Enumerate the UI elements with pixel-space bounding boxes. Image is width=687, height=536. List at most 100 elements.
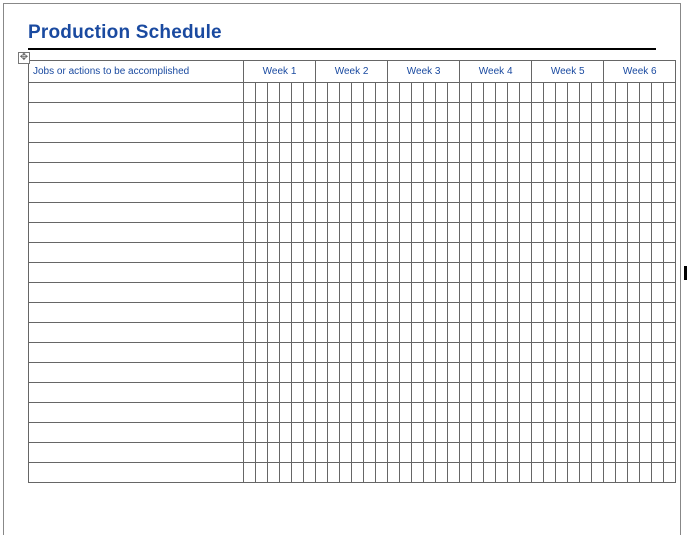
schedule-cell[interactable] <box>304 303 316 323</box>
schedule-cell[interactable] <box>544 363 556 383</box>
schedule-cell[interactable] <box>592 143 604 163</box>
schedule-cell[interactable] <box>388 243 400 263</box>
schedule-cell[interactable] <box>484 463 496 483</box>
schedule-cell[interactable] <box>520 203 532 223</box>
schedule-cell[interactable] <box>316 423 328 443</box>
schedule-cell[interactable] <box>544 383 556 403</box>
schedule-cell[interactable] <box>400 103 412 123</box>
schedule-cell[interactable] <box>496 163 508 183</box>
schedule-cell[interactable] <box>640 383 652 403</box>
schedule-cell[interactable] <box>544 263 556 283</box>
schedule-cell[interactable] <box>352 463 364 483</box>
schedule-cell[interactable] <box>520 323 532 343</box>
schedule-cell[interactable] <box>244 103 256 123</box>
schedule-cell[interactable] <box>496 143 508 163</box>
schedule-cell[interactable] <box>340 383 352 403</box>
schedule-cell[interactable] <box>544 343 556 363</box>
schedule-cell[interactable] <box>520 183 532 203</box>
schedule-cell[interactable] <box>652 283 664 303</box>
schedule-cell[interactable] <box>424 303 436 323</box>
schedule-cell[interactable] <box>640 243 652 263</box>
schedule-cell[interactable] <box>508 143 520 163</box>
schedule-cell[interactable] <box>604 143 616 163</box>
table-row[interactable] <box>29 323 676 343</box>
table-move-handle[interactable] <box>18 52 30 64</box>
schedule-cell[interactable] <box>508 303 520 323</box>
schedule-cell[interactable] <box>616 463 628 483</box>
schedule-cell[interactable] <box>340 423 352 443</box>
schedule-cell[interactable] <box>496 303 508 323</box>
schedule-cell[interactable] <box>520 463 532 483</box>
schedule-cell[interactable] <box>268 283 280 303</box>
schedule-cell[interactable] <box>616 403 628 423</box>
schedule-cell[interactable] <box>244 423 256 443</box>
schedule-cell[interactable] <box>256 123 268 143</box>
schedule-cell[interactable] <box>304 223 316 243</box>
schedule-cell[interactable] <box>436 123 448 143</box>
schedule-cell[interactable] <box>328 243 340 263</box>
schedule-cell[interactable] <box>364 463 376 483</box>
schedule-cell[interactable] <box>484 343 496 363</box>
schedule-cell[interactable] <box>508 243 520 263</box>
schedule-cell[interactable] <box>364 303 376 323</box>
schedule-cell[interactable] <box>484 163 496 183</box>
schedule-cell[interactable] <box>628 223 640 243</box>
schedule-cell[interactable] <box>616 83 628 103</box>
schedule-cell[interactable] <box>496 283 508 303</box>
schedule-cell[interactable] <box>448 103 460 123</box>
schedule-cell[interactable] <box>460 143 472 163</box>
schedule-cell[interactable] <box>244 303 256 323</box>
schedule-cell[interactable] <box>328 123 340 143</box>
schedule-cell[interactable] <box>640 103 652 123</box>
schedule-cell[interactable] <box>280 443 292 463</box>
schedule-cell[interactable] <box>472 143 484 163</box>
schedule-cell[interactable] <box>340 163 352 183</box>
schedule-cell[interactable] <box>388 283 400 303</box>
schedule-cell[interactable] <box>484 323 496 343</box>
schedule-cell[interactable] <box>340 83 352 103</box>
schedule-cell[interactable] <box>256 443 268 463</box>
table-row[interactable] <box>29 403 676 423</box>
schedule-cell[interactable] <box>640 423 652 443</box>
schedule-cell[interactable] <box>412 443 424 463</box>
schedule-cell[interactable] <box>556 183 568 203</box>
schedule-cell[interactable] <box>364 323 376 343</box>
schedule-cell[interactable] <box>304 323 316 343</box>
schedule-cell[interactable] <box>640 403 652 423</box>
schedule-cell[interactable] <box>484 83 496 103</box>
jobs-cell[interactable] <box>29 323 244 343</box>
schedule-cell[interactable] <box>496 243 508 263</box>
schedule-cell[interactable] <box>640 343 652 363</box>
schedule-cell[interactable] <box>448 283 460 303</box>
schedule-cell[interactable] <box>484 423 496 443</box>
schedule-cell[interactable] <box>616 223 628 243</box>
schedule-cell[interactable] <box>412 403 424 423</box>
schedule-cell[interactable] <box>508 383 520 403</box>
schedule-cell[interactable] <box>436 223 448 243</box>
schedule-cell[interactable] <box>460 343 472 363</box>
schedule-cell[interactable] <box>616 123 628 143</box>
schedule-cell[interactable] <box>244 183 256 203</box>
schedule-cell[interactable] <box>352 183 364 203</box>
schedule-cell[interactable] <box>652 163 664 183</box>
schedule-cell[interactable] <box>532 163 544 183</box>
schedule-cell[interactable] <box>388 303 400 323</box>
schedule-cell[interactable] <box>520 143 532 163</box>
schedule-cell[interactable] <box>280 323 292 343</box>
table-row[interactable] <box>29 263 676 283</box>
schedule-cell[interactable] <box>388 143 400 163</box>
schedule-cell[interactable] <box>460 123 472 143</box>
schedule-cell[interactable] <box>256 383 268 403</box>
schedule-cell[interactable] <box>244 463 256 483</box>
jobs-cell[interactable] <box>29 303 244 323</box>
schedule-cell[interactable] <box>424 323 436 343</box>
schedule-cell[interactable] <box>388 163 400 183</box>
schedule-cell[interactable] <box>484 223 496 243</box>
schedule-cell[interactable] <box>316 143 328 163</box>
schedule-cell[interactable] <box>460 423 472 443</box>
schedule-cell[interactable] <box>244 223 256 243</box>
schedule-cell[interactable] <box>400 323 412 343</box>
schedule-cell[interactable] <box>628 143 640 163</box>
schedule-cell[interactable] <box>412 123 424 143</box>
schedule-cell[interactable] <box>508 423 520 443</box>
